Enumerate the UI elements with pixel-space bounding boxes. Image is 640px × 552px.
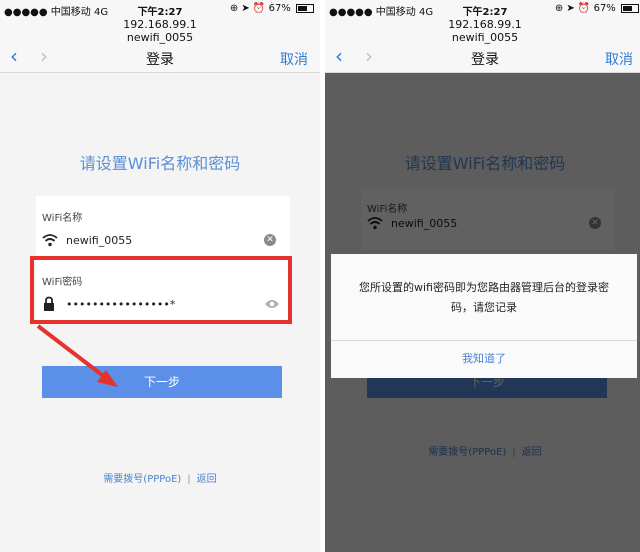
- pppoe-link[interactable]: 需要拨号(PPPoE): [103, 474, 181, 485]
- next-step-button[interactable]: 下一步: [42, 366, 282, 398]
- wifi-name-field[interactable]: newifi_0055 ✕: [42, 232, 286, 250]
- cancel-button[interactable]: 取消: [280, 49, 308, 69]
- right-screen: ●●●●● 中国移动 4G 下午2:27 ⊕ ➤ ⏰ 67% 192.168.9…: [325, 0, 640, 552]
- battery-percent: 67%: [593, 3, 616, 14]
- status-bar: ●●●●● 中国移动 4G 下午2:27 ⊕ ➤ ⏰ 67%: [325, 0, 640, 18]
- lock-rotation-icon: ⊕ ➤ ⏰: [229, 3, 266, 14]
- battery-percent: 67%: [268, 3, 291, 14]
- wifi-name-value: newifi_0055: [66, 234, 133, 247]
- page-title: 登录: [471, 52, 499, 68]
- browser-navbar: 192.168.99.1 newifi_0055 ‹ › 登录 取消: [0, 18, 320, 73]
- wifi-name-card: WiFi名称 newifi_0055 ✕: [36, 196, 290, 259]
- url-text[interactable]: 192.168.99.1: [325, 18, 640, 31]
- battery-icon: [296, 3, 314, 13]
- page-host-text: newifi_0055: [451, 31, 519, 44]
- status-bar: ●●●●● 中国移动 4G 下午2:27 ⊕ ➤ ⏰ 67%: [0, 0, 320, 18]
- lock-rotation-icon: ⊕ ➤ ⏰: [554, 3, 591, 14]
- battery-status: ⊕ ➤ ⏰ 67%: [230, 3, 314, 14]
- footer-separator: |: [187, 474, 191, 485]
- battery-status: ⊕ ➤ ⏰ 67%: [555, 3, 639, 14]
- setup-heading: 请设置WiFi名称和密码: [79, 154, 241, 173]
- wifi-icon: [42, 234, 58, 247]
- page-title: 登录: [146, 52, 174, 68]
- left-screen: ●●●●● 中国移动 4G 下午2:27 ⊕ ➤ ⏰ 67% 192.168.9…: [0, 0, 320, 552]
- wifi-name-label: WiFi名称: [42, 213, 83, 224]
- cancel-button[interactable]: 取消: [605, 49, 633, 69]
- clear-icon[interactable]: ✕: [264, 234, 276, 246]
- dialog-message: 您所设置的wifi密码即为您路由器管理后台的登录密码，请您记录: [359, 281, 609, 314]
- back-link[interactable]: 返回: [197, 474, 217, 485]
- battery-icon: [621, 3, 639, 13]
- url-text[interactable]: 192.168.99.1: [0, 18, 320, 31]
- browser-navbar: 192.168.99.1 newifi_0055 ‹ › 登录 取消: [325, 18, 640, 73]
- alert-dialog: 您所设置的wifi密码即为您路由器管理后台的登录密码，请您记录 我知道了: [331, 254, 637, 378]
- highlight-box: [30, 256, 292, 324]
- confirm-button[interactable]: 我知道了: [331, 340, 637, 378]
- page-host-text: newifi_0055: [126, 31, 194, 44]
- footer-links: 需要拨号(PPPoE) | 返回: [0, 470, 320, 485]
